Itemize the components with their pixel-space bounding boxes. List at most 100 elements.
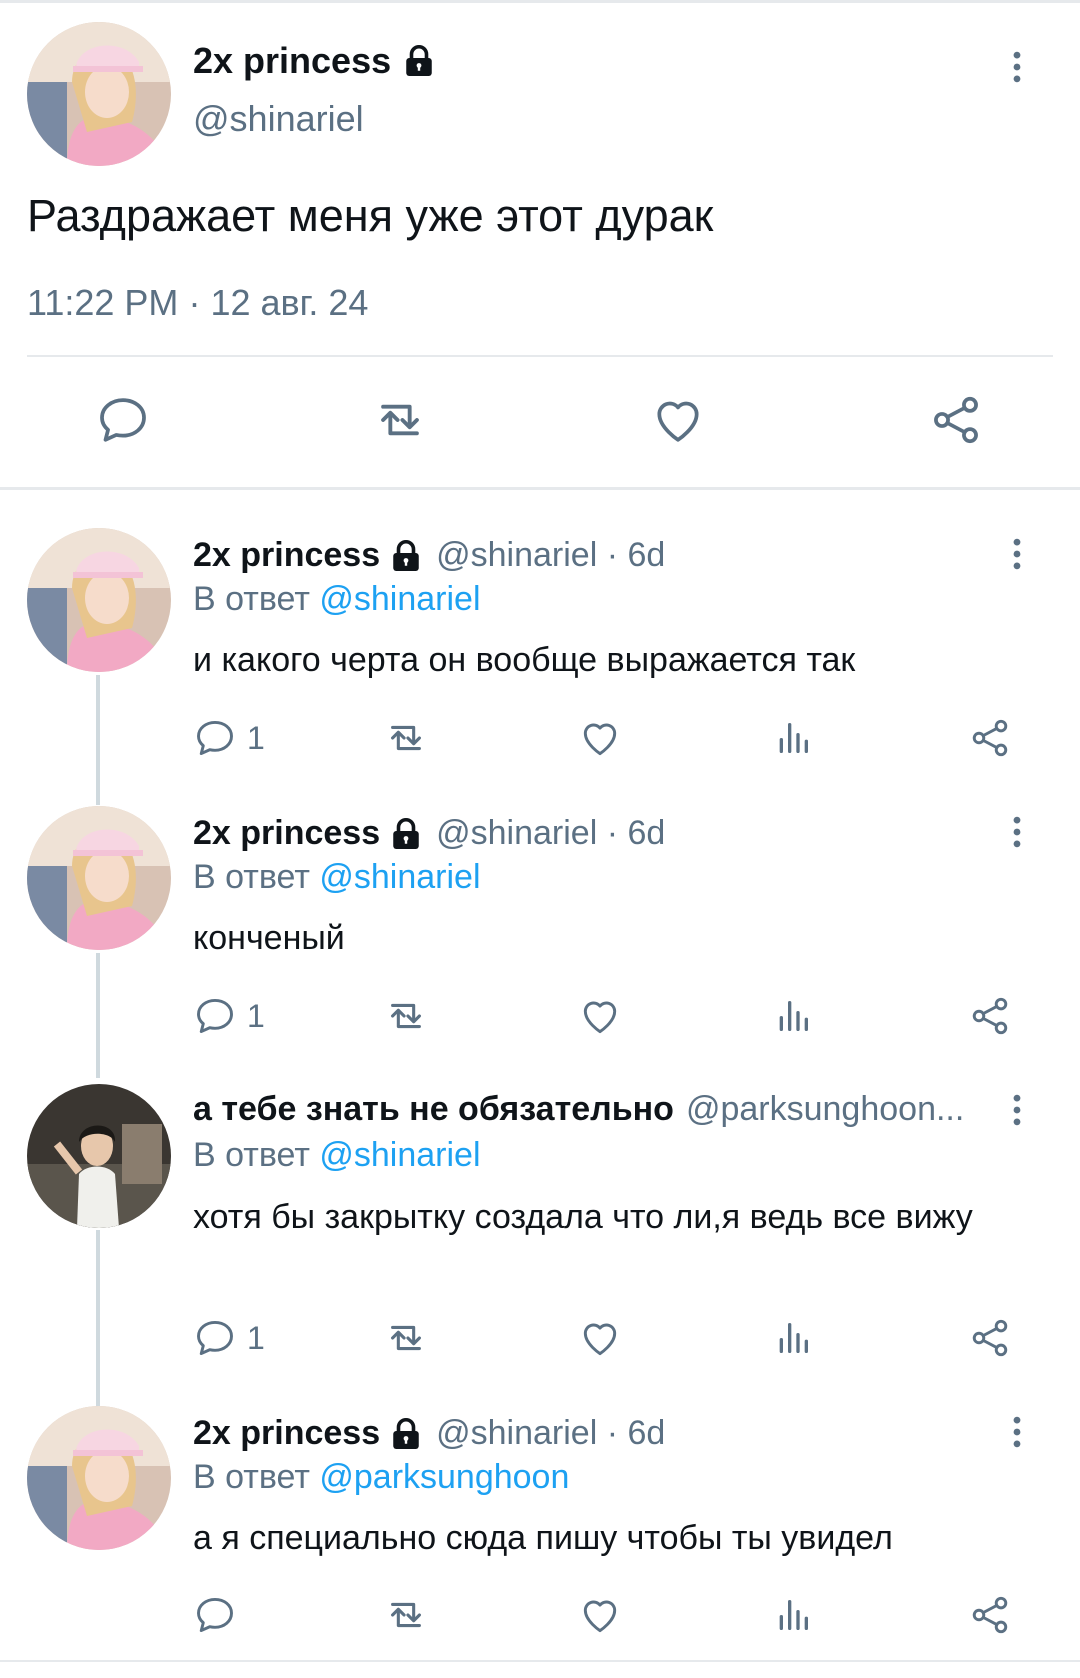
retweet-icon [383,1592,429,1638]
divider [0,1660,1080,1662]
lock-icon [388,1416,424,1452]
reply-count: 1 [247,1319,265,1356]
heart-icon [578,716,622,760]
tweet-text: хотя бы закрытку создала что ли,я ведь в… [193,1198,973,1236]
views-button[interactable] [773,1313,813,1363]
display-name[interactable]: а тебе знать не обязательно [193,1090,674,1129]
retweet-button[interactable] [383,1590,429,1640]
avatar[interactable] [27,528,171,672]
display-name[interactable]: 2x princess [193,40,437,82]
views-icon [773,1318,813,1358]
share-button[interactable] [968,991,1012,1041]
user-handle[interactable]: @shinariel · 6d [436,536,665,575]
share-icon [968,1316,1012,1360]
like-button[interactable] [578,1313,622,1363]
like-button[interactable] [578,991,622,1041]
views-icon [773,996,813,1036]
display-name-text: 2x princess [193,40,392,81]
tweet-timestamp: 11:22 PM · 12 авг. 24 [27,282,368,324]
user-handle[interactable]: @shinariel [193,98,364,140]
retweet-icon [383,1315,429,1361]
reply-button[interactable]: 1 [193,1313,265,1363]
reply-prefix: В ответ [193,1458,310,1496]
share-button[interactable] [926,390,986,450]
tweet-actions: 1 [193,1313,1053,1363]
avatar-image [27,528,171,672]
reply-header: 2x princess @shinariel · 6d [193,536,993,575]
heart-icon [578,1316,622,1360]
display-name-text: 2x princess [193,814,381,852]
display-name[interactable]: 2x princess [193,814,424,853]
reply-button[interactable]: 1 [193,991,265,1041]
avatar[interactable] [27,22,171,166]
reply-icon [95,392,151,448]
share-button[interactable] [968,713,1012,763]
avatar[interactable] [27,806,171,950]
display-name[interactable]: 2x princess [193,1414,424,1453]
views-icon [773,1595,813,1635]
reply-header: 2x princess @shinariel · 6d [193,814,993,853]
reply-header: 2x princess @shinariel · 6d [193,1414,993,1453]
like-button[interactable] [578,1590,622,1640]
reply-to-link[interactable]: @shinariel [319,1136,480,1174]
avatar-image [27,22,171,166]
top-divider [0,0,1080,3]
more-vertical-icon[interactable] [1010,537,1024,571]
display-name[interactable]: 2x princess [193,536,424,575]
reply-context: В ответ @shinariel [193,580,481,619]
tweet-actions: 1 [193,713,1053,763]
retweet-icon [383,993,429,1039]
heart-icon [578,994,622,1038]
tweet-actions [193,1590,1053,1640]
user-handle[interactable]: @parksunghoon... [686,1090,964,1129]
share-button[interactable] [968,1590,1012,1640]
like-button[interactable] [648,390,708,450]
reply-count: 1 [247,719,265,756]
tweet-date: 12 авг. 24 [210,282,369,323]
reply-button[interactable] [193,1590,247,1640]
display-name-text: а тебе знать не обязательно [193,1090,674,1128]
thread-line [96,1230,100,1410]
retweet-icon [383,715,429,761]
reply-header: а тебе знать не обязательно @parksunghoo… [193,1090,993,1129]
user-handle[interactable]: @shinariel · 6d [436,814,665,853]
like-button[interactable] [578,713,622,763]
reply-icon [193,1316,237,1360]
divider [27,355,1053,357]
reply-to-link[interactable]: @shinariel [319,580,480,618]
user-handle[interactable]: @shinariel · 6d [436,1414,665,1453]
reply-prefix: В ответ [193,858,310,896]
heart-icon [650,392,706,448]
tweet-actions [0,390,1080,450]
share-button[interactable] [968,1313,1012,1363]
retweet-icon [371,391,429,449]
tweet-text: конченый [193,919,345,957]
share-icon [968,1593,1012,1637]
reply-button[interactable]: 1 [193,713,265,763]
more-vertical-icon[interactable] [1010,50,1024,84]
avatar[interactable] [27,1084,171,1228]
more-vertical-icon[interactable] [1010,1415,1024,1449]
share-icon [928,392,984,448]
lock-icon [388,816,424,852]
more-vertical-icon[interactable] [1010,815,1024,849]
views-button[interactable] [773,991,813,1041]
avatar[interactable] [27,1406,171,1550]
avatar-image [27,1084,171,1228]
reply-to-link[interactable]: @parksunghoon [319,1458,569,1496]
reply-button[interactable] [93,390,153,450]
retweet-button[interactable] [370,390,430,450]
views-button[interactable] [773,713,813,763]
lock-icon [401,43,437,79]
avatar-image [27,1406,171,1550]
retweet-button[interactable] [383,1313,429,1363]
reply-context: В ответ @parksunghoon [193,1458,569,1497]
retweet-button[interactable] [383,713,429,763]
more-vertical-icon[interactable] [1010,1093,1024,1127]
views-button[interactable] [773,1590,813,1640]
reply-icon [193,994,237,1038]
retweet-button[interactable] [383,991,429,1041]
share-icon [968,994,1012,1038]
reply-icon [193,716,237,760]
reply-to-link[interactable]: @shinariel [319,858,480,896]
